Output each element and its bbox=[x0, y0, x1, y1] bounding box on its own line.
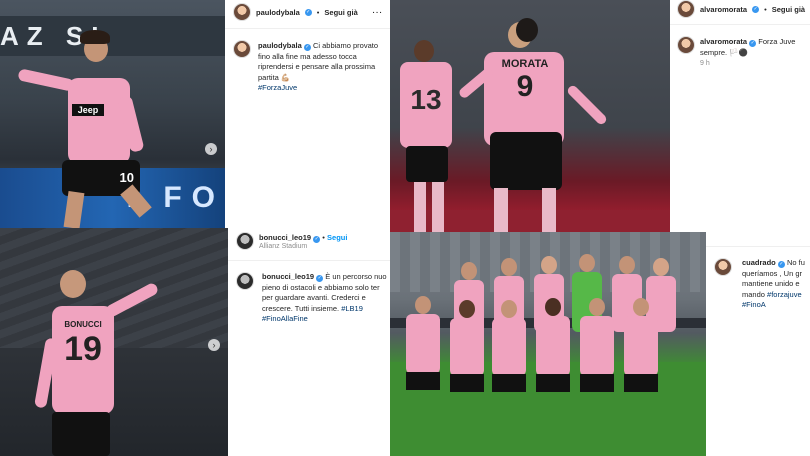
post-caption: cuadrado ✓ No fu queríamos , Un gr manti… bbox=[742, 258, 810, 311]
team-player-head bbox=[501, 300, 517, 318]
divider bbox=[228, 260, 390, 261]
post-caption: alvaromorata ✓ Forza Juve sempre. 🏳️⚫ bbox=[700, 37, 808, 58]
team-shorts bbox=[536, 374, 570, 392]
post-photo-dybala[interactable]: AZ SI I FO Jeep 10 › bbox=[0, 0, 225, 228]
stadium-banner: AZ SI bbox=[0, 16, 225, 56]
comment-avatar[interactable] bbox=[233, 40, 251, 58]
team-player bbox=[450, 318, 484, 376]
post-panel-bonucci: bonucci_leo19 ✓ • Segui Allianz Stadium … bbox=[228, 228, 390, 456]
dot-separator: • bbox=[322, 232, 325, 242]
team-player-head bbox=[541, 256, 557, 274]
team-player bbox=[536, 316, 570, 376]
player-head bbox=[516, 18, 538, 42]
post-time: 9 h bbox=[700, 60, 710, 67]
verified-icon: ✓ bbox=[303, 44, 311, 51]
caption-username[interactable]: cuadrado bbox=[742, 258, 776, 267]
player-shorts bbox=[490, 132, 562, 190]
post-photo-team[interactable] bbox=[390, 232, 706, 456]
verified-icon: ✓ bbox=[313, 235, 321, 243]
post-panel-cuadrado: cuadrado ✓ No fu queríamos , Un gr manti… bbox=[706, 232, 810, 456]
post-photo-morata[interactable]: 13 MORATA 9 bbox=[390, 0, 670, 232]
post-caption: paulodybala ✓ Ci abbiamo provato fino al… bbox=[258, 41, 383, 94]
avatar[interactable] bbox=[233, 3, 251, 21]
team-shorts bbox=[492, 374, 526, 392]
team-player-head bbox=[415, 296, 431, 314]
team-player-head bbox=[459, 300, 475, 318]
player-legs bbox=[542, 188, 556, 232]
shirt-number: 9 bbox=[516, 70, 534, 103]
team-shorts bbox=[580, 374, 614, 392]
team-player-head bbox=[545, 298, 561, 316]
post-panel-dybala: paulodybala ✓ • Segui già ··· paulodybal… bbox=[225, 0, 390, 228]
post-header: alvaromorata ✓ • Segui già bbox=[677, 0, 807, 18]
team-player bbox=[580, 316, 614, 376]
verified-icon: ✓ bbox=[777, 261, 785, 268]
team-player bbox=[406, 314, 440, 374]
player-legs bbox=[494, 188, 508, 232]
team-player-head bbox=[653, 258, 669, 276]
username[interactable]: alvaromorata bbox=[700, 5, 747, 14]
player-arm-left bbox=[17, 68, 75, 92]
dot-separator: • bbox=[764, 4, 767, 14]
follow-button[interactable]: Segui già bbox=[324, 8, 357, 17]
team-player-head bbox=[579, 254, 595, 272]
divider bbox=[225, 28, 390, 29]
avatar[interactable] bbox=[236, 232, 254, 250]
follow-button[interactable]: Segui già bbox=[772, 5, 805, 14]
hashtag-link[interactable]: #ForzaJuve bbox=[258, 83, 297, 92]
post-caption: bonucci_leo19 ✓ È un percorso nuo pieno … bbox=[262, 272, 388, 325]
player-shorts bbox=[406, 146, 448, 182]
team-player bbox=[492, 318, 526, 376]
dot-separator: • bbox=[316, 7, 320, 17]
shirt-number: 19 bbox=[64, 330, 102, 368]
team-shorts bbox=[406, 372, 440, 390]
header-text: bonucci_leo19 ✓ • Segui Allianz Stadium bbox=[259, 233, 347, 250]
team-player-head bbox=[589, 298, 605, 316]
username[interactable]: bonucci_leo19 bbox=[259, 233, 311, 242]
comment-avatar[interactable] bbox=[714, 258, 732, 276]
post-panel-morata: alvaromorata ✓ • Segui già alvaromorata … bbox=[670, 0, 810, 232]
follow-button[interactable]: Segui bbox=[327, 233, 347, 242]
verified-icon: ✓ bbox=[752, 5, 760, 13]
next-arrow-icon[interactable]: › bbox=[205, 143, 217, 155]
player-legs bbox=[414, 182, 426, 232]
team-player-head bbox=[461, 262, 477, 280]
caption-username[interactable]: alvaromorata bbox=[700, 37, 747, 46]
verified-icon: ✓ bbox=[316, 275, 324, 282]
team-player-head bbox=[633, 298, 649, 316]
player-arm bbox=[565, 83, 609, 127]
player-legs bbox=[432, 182, 444, 232]
player-head bbox=[414, 40, 434, 62]
more-icon[interactable]: ··· bbox=[373, 8, 384, 17]
stands bbox=[0, 228, 228, 348]
shirt-sponsor: Jeep bbox=[72, 104, 104, 116]
post-header: bonucci_leo19 ✓ • Segui Allianz Stadium bbox=[236, 232, 386, 250]
divider bbox=[670, 24, 810, 25]
team-shorts bbox=[450, 374, 484, 392]
player-head bbox=[60, 270, 86, 298]
next-arrow-icon[interactable]: › bbox=[208, 339, 220, 351]
divider bbox=[706, 246, 810, 247]
verified-icon: ✓ bbox=[749, 40, 757, 47]
post-header: paulodybala ✓ • Segui già ··· bbox=[233, 3, 383, 21]
team-player-head bbox=[501, 258, 517, 276]
post-photo-bonucci[interactable]: BONUCCI 19 › bbox=[0, 228, 228, 456]
verified-icon: ✓ bbox=[304, 8, 312, 16]
location-link[interactable]: Allianz Stadium bbox=[259, 243, 347, 250]
player-shirt-13: 13 bbox=[400, 62, 452, 148]
caption-username[interactable]: bonucci_leo19 bbox=[262, 272, 314, 281]
team-shorts bbox=[624, 374, 658, 392]
shirt-name: MORATA bbox=[501, 58, 549, 70]
player-shorts bbox=[52, 412, 110, 456]
avatar[interactable] bbox=[677, 0, 695, 18]
comment-avatar[interactable] bbox=[236, 272, 254, 290]
caption-username[interactable]: paulodybala bbox=[258, 41, 302, 50]
player-shirt bbox=[68, 78, 130, 164]
team-player bbox=[624, 316, 658, 376]
shirt-name: BONUCCI bbox=[64, 320, 102, 329]
team-player-head bbox=[619, 256, 635, 274]
comment-avatar[interactable] bbox=[677, 36, 695, 54]
username[interactable]: paulodybala bbox=[256, 8, 300, 17]
player-hair bbox=[80, 30, 110, 44]
